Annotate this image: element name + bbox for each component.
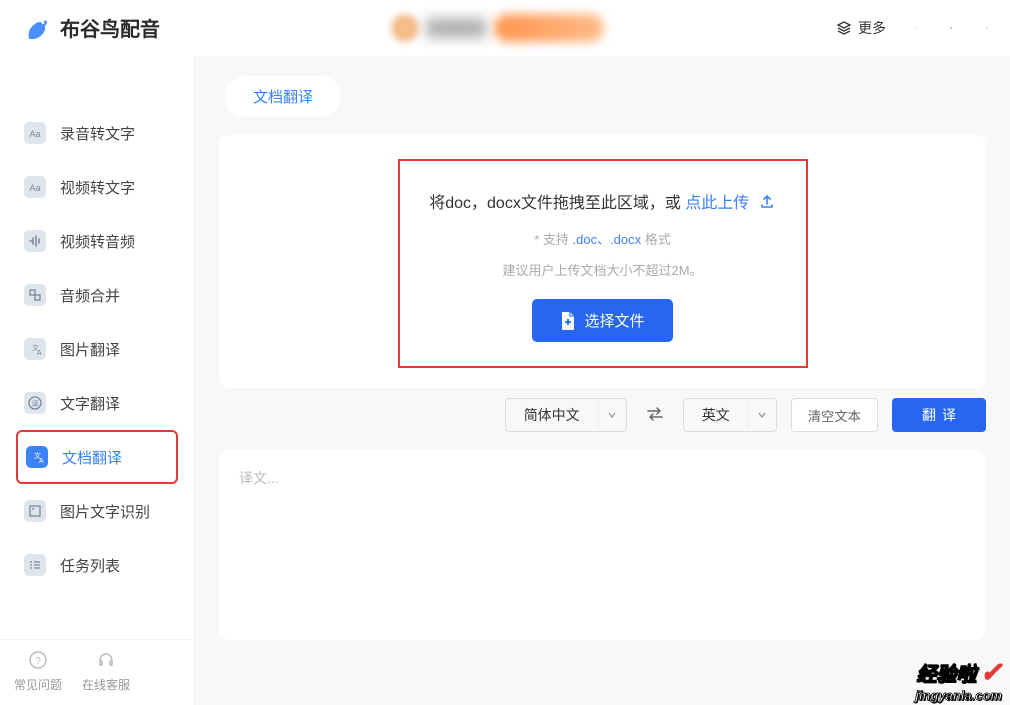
headset-icon <box>96 650 116 670</box>
ocr-icon <box>24 500 46 522</box>
more-dropdown[interactable]: 更多 <box>836 18 886 38</box>
bird-logo-icon <box>22 14 50 42</box>
sidebar-item-ocr[interactable]: 图片文字识别 <box>16 484 178 538</box>
layers-icon <box>836 20 852 36</box>
output-placeholder: 译文... <box>239 468 966 488</box>
tab-doc-translate[interactable]: 文档翻译 <box>225 76 341 117</box>
maximize-button[interactable] <box>944 21 958 35</box>
swap-languages-button[interactable] <box>641 402 669 429</box>
question-icon: ? <box>28 650 48 670</box>
sidebar: Aa 录音转文字 Aa 视频转文字 视频转音频 音频合并 文A 图片翻译 译 文 <box>0 56 195 705</box>
svg-text:?: ? <box>35 656 41 667</box>
audio-text-icon: Aa <box>24 122 46 144</box>
translate-controls: 简体中文 英文 清空文本 翻译 <box>195 388 1010 438</box>
svg-text:译: 译 <box>32 400 39 408</box>
main-content: 文档翻译 将doc，docx文件拖拽至此区域，或 点此上传 * 支持 .doc、… <box>195 56 1010 705</box>
video-audio-icon <box>24 230 46 252</box>
app-title: 布谷鸟配音 <box>60 13 160 42</box>
tasks-icon <box>24 554 46 576</box>
video-text-icon: Aa <box>24 176 46 198</box>
support-button[interactable]: 在线客服 <box>76 650 136 693</box>
sidebar-item-image-translate[interactable]: 文A 图片翻译 <box>16 322 178 376</box>
select-file-button[interactable]: 选择文件 <box>532 299 672 342</box>
doc-translate-icon: 文A <box>26 446 48 468</box>
svg-text:A: A <box>37 350 42 357</box>
clear-button[interactable]: 清空文本 <box>791 398 878 432</box>
chevron-down-icon <box>748 399 776 431</box>
svg-text:Aa: Aa <box>29 129 40 139</box>
merge-icon <box>24 284 46 306</box>
sidebar-item-video-to-text[interactable]: Aa 视频转文字 <box>16 160 178 214</box>
sidebar-item-video-to-audio[interactable]: 视频转音频 <box>16 214 178 268</box>
logo: 布谷鸟配音 <box>22 13 160 42</box>
upload-panel: 将doc，docx文件拖拽至此区域，或 点此上传 * 支持 .doc、.docx… <box>219 135 986 388</box>
titlebar-center-blurred <box>160 14 836 42</box>
sidebar-item-text-translate[interactable]: 译 文字翻译 <box>16 376 178 430</box>
upload-size-hint: 建议用户上传文档大小不超过2M。 <box>420 260 786 279</box>
source-lang-select[interactable]: 简体中文 <box>505 398 627 432</box>
svg-text:A: A <box>39 458 44 465</box>
minimize-button[interactable] <box>908 21 922 35</box>
titlebar: 布谷鸟配音 更多 <box>0 0 1010 56</box>
image-translate-icon: 文A <box>24 338 46 360</box>
upload-dropzone[interactable]: 将doc，docx文件拖拽至此区域，或 点此上传 * 支持 .doc、.docx… <box>398 159 808 368</box>
sidebar-item-tasks[interactable]: 任务列表 <box>16 538 178 592</box>
checkmark-icon: ✓ <box>980 657 1002 687</box>
output-panel: 译文... <box>219 450 986 640</box>
sidebar-item-audio-to-text[interactable]: Aa 录音转文字 <box>16 106 178 160</box>
upload-icon <box>758 192 776 215</box>
upload-link[interactable]: 点此上传 <box>685 195 749 212</box>
watermark: 经验啦 ✓ jingyanla.com <box>915 657 1002 703</box>
faq-button[interactable]: ? 常见问题 <box>8 650 68 693</box>
upload-instruction: 将doc，docx文件拖拽至此区域，或 点此上传 <box>420 189 786 215</box>
sidebar-item-audio-merge[interactable]: 音频合并 <box>16 268 178 322</box>
swap-icon <box>645 406 665 422</box>
upload-formats: * 支持 .doc、.docx 格式 <box>420 229 786 248</box>
sidebar-item-doc-translate[interactable]: 文A 文档翻译 <box>16 430 178 484</box>
target-lang-select[interactable]: 英文 <box>683 398 777 432</box>
file-plus-icon <box>560 311 576 331</box>
translate-button[interactable]: 翻译 <box>892 398 986 432</box>
svg-text:Aa: Aa <box>29 183 40 193</box>
text-translate-icon: 译 <box>24 392 46 414</box>
close-button[interactable] <box>980 21 994 35</box>
chevron-down-icon <box>598 399 626 431</box>
